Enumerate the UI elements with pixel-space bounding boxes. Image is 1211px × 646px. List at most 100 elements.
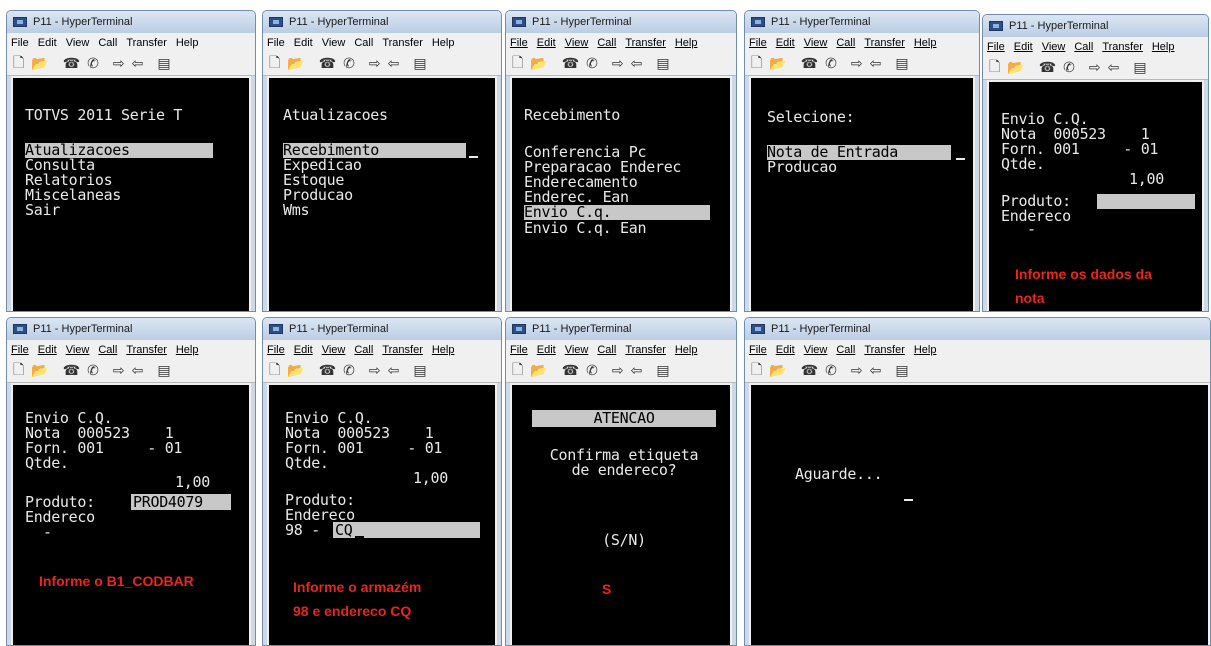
menu-help[interactable]: Help bbox=[432, 344, 455, 356]
receive-icon[interactable]: ⇦ bbox=[631, 55, 643, 72]
receive-icon[interactable]: ⇦ bbox=[870, 362, 882, 379]
disconnect-icon[interactable]: ✆ bbox=[343, 362, 355, 379]
send-icon[interactable]: ⇨ bbox=[369, 55, 381, 72]
menu-call[interactable]: Call bbox=[98, 344, 117, 356]
send-icon[interactable]: ⇨ bbox=[113, 362, 125, 379]
connect-icon[interactable]: ☎ bbox=[801, 362, 818, 379]
menu-option-envio-cq-ean[interactable]: Envio C.q. Ean bbox=[524, 221, 647, 236]
menu-call[interactable]: Call bbox=[1074, 41, 1093, 53]
menu-help[interactable]: Help bbox=[176, 37, 199, 49]
terminal-screen[interactable]: Envio C.Q. Nota 000523 1 Forn. 001 - 01 … bbox=[11, 383, 251, 645]
menu-transfer[interactable]: Transfer bbox=[126, 344, 167, 356]
receive-icon[interactable]: ⇦ bbox=[132, 55, 144, 72]
menu-help[interactable]: Help bbox=[914, 37, 937, 49]
connect-icon[interactable]: ☎ bbox=[562, 55, 579, 72]
menu-edit[interactable]: Edit bbox=[294, 37, 313, 49]
menu-call[interactable]: Call bbox=[98, 37, 117, 49]
menu-transfer[interactable]: Transfer bbox=[382, 344, 423, 356]
title-bar[interactable]: P11 - HyperTerminal bbox=[506, 318, 736, 340]
title-bar[interactable]: P11 - HyperTerminal bbox=[745, 11, 979, 33]
receive-icon[interactable]: ⇦ bbox=[631, 362, 643, 379]
disconnect-icon[interactable]: ✆ bbox=[586, 55, 598, 72]
open-icon[interactable]: 📂 bbox=[530, 55, 547, 72]
open-icon[interactable]: 📂 bbox=[31, 55, 48, 72]
menu-file[interactable]: File bbox=[267, 344, 285, 356]
terminal-screen[interactable]: Envio C.Q. Nota 000523 1 Forn. 001 - 01 … bbox=[987, 80, 1204, 311]
terminal-screen[interactable]: Atualizacoes Recebimento Expedicao Estoq… bbox=[267, 76, 497, 311]
send-icon[interactable]: ⇨ bbox=[851, 55, 863, 72]
endereco-value[interactable]: CQ bbox=[335, 523, 353, 538]
send-icon[interactable]: ⇨ bbox=[612, 55, 624, 72]
send-icon[interactable]: ⇨ bbox=[612, 362, 624, 379]
send-icon[interactable]: ⇨ bbox=[113, 55, 125, 72]
open-icon[interactable]: 📂 bbox=[287, 55, 304, 72]
new-icon[interactable]: 🗋 bbox=[751, 359, 762, 383]
menu-file[interactable]: File bbox=[11, 344, 29, 356]
connect-icon[interactable]: ☎ bbox=[801, 55, 818, 72]
properties-icon[interactable]: ▤ bbox=[413, 362, 426, 379]
properties-icon[interactable]: ▤ bbox=[157, 362, 170, 379]
menu-edit[interactable]: Edit bbox=[1014, 41, 1033, 53]
new-icon[interactable]: 🗋 bbox=[512, 52, 523, 76]
properties-icon[interactable]: ▤ bbox=[895, 362, 908, 379]
disconnect-icon[interactable]: ✆ bbox=[87, 55, 99, 72]
receive-icon[interactable]: ⇦ bbox=[388, 362, 400, 379]
receive-icon[interactable]: ⇦ bbox=[132, 362, 144, 379]
connect-icon[interactable]: ☎ bbox=[319, 55, 336, 72]
menu-help[interactable]: Help bbox=[675, 344, 698, 356]
title-bar[interactable]: P11 - HyperTerminal bbox=[7, 11, 255, 33]
menu-call[interactable]: Call bbox=[836, 344, 855, 356]
receive-icon[interactable]: ⇦ bbox=[388, 55, 400, 72]
title-bar[interactable]: P11 - HyperTerminal bbox=[263, 318, 501, 340]
send-icon[interactable]: ⇨ bbox=[369, 362, 381, 379]
menu-view[interactable]: View bbox=[66, 37, 90, 49]
menu-file[interactable]: File bbox=[510, 37, 528, 49]
new-icon[interactable]: 🗋 bbox=[13, 359, 24, 383]
menu-edit[interactable]: Edit bbox=[38, 37, 57, 49]
open-icon[interactable]: 📂 bbox=[530, 362, 547, 379]
new-icon[interactable]: 🗋 bbox=[13, 52, 24, 76]
disconnect-icon[interactable]: ✆ bbox=[825, 55, 837, 72]
menu-help[interactable]: Help bbox=[675, 37, 698, 49]
menu-call[interactable]: Call bbox=[836, 37, 855, 49]
properties-icon[interactable]: ▤ bbox=[895, 55, 908, 72]
open-icon[interactable]: 📂 bbox=[1007, 59, 1024, 76]
properties-icon[interactable]: ▤ bbox=[157, 55, 170, 72]
new-icon[interactable]: 🗋 bbox=[751, 52, 762, 76]
menu-help[interactable]: Help bbox=[1152, 41, 1175, 53]
open-icon[interactable]: 📂 bbox=[769, 55, 786, 72]
menu-option-wms[interactable]: Wms bbox=[283, 203, 310, 218]
menu-view[interactable]: View bbox=[1042, 41, 1066, 53]
properties-icon[interactable]: ▤ bbox=[413, 55, 426, 72]
menu-transfer[interactable]: Transfer bbox=[864, 344, 905, 356]
connect-icon[interactable]: ☎ bbox=[63, 55, 80, 72]
menu-transfer[interactable]: Transfer bbox=[625, 344, 666, 356]
send-icon[interactable]: ⇨ bbox=[851, 362, 863, 379]
title-bar[interactable]: P11 - HyperTerminal bbox=[745, 318, 1210, 340]
menu-edit[interactable]: Edit bbox=[776, 344, 795, 356]
menu-view[interactable]: View bbox=[66, 344, 90, 356]
produto-value[interactable]: PROD4079 bbox=[133, 495, 203, 510]
terminal-screen[interactable]: Selecione: Nota de Entrada Producao bbox=[749, 76, 975, 311]
menu-view[interactable]: View bbox=[565, 37, 589, 49]
menu-call[interactable]: Call bbox=[354, 344, 373, 356]
menu-help[interactable]: Help bbox=[914, 344, 937, 356]
menu-option-sair[interactable]: Sair bbox=[25, 203, 60, 218]
menu-call[interactable]: Call bbox=[597, 344, 616, 356]
menu-file[interactable]: File bbox=[749, 37, 767, 49]
menu-edit[interactable]: Edit bbox=[537, 37, 556, 49]
menu-file[interactable]: File bbox=[749, 344, 767, 356]
menu-transfer[interactable]: Transfer bbox=[625, 37, 666, 49]
disconnect-icon[interactable]: ✆ bbox=[87, 362, 99, 379]
menu-edit[interactable]: Edit bbox=[294, 344, 313, 356]
disconnect-icon[interactable]: ✆ bbox=[1063, 59, 1075, 76]
open-icon[interactable]: 📂 bbox=[769, 362, 786, 379]
terminal-screen[interactable]: TOTVS 2011 Serie T Atualizacoes Consulta… bbox=[11, 76, 251, 311]
properties-icon[interactable]: ▤ bbox=[656, 362, 669, 379]
connect-icon[interactable]: ☎ bbox=[562, 362, 579, 379]
connect-icon[interactable]: ☎ bbox=[63, 362, 80, 379]
menu-transfer[interactable]: Transfer bbox=[1102, 41, 1143, 53]
connect-icon[interactable]: ☎ bbox=[319, 362, 336, 379]
menu-file[interactable]: File bbox=[267, 37, 285, 49]
menu-edit[interactable]: Edit bbox=[38, 344, 57, 356]
